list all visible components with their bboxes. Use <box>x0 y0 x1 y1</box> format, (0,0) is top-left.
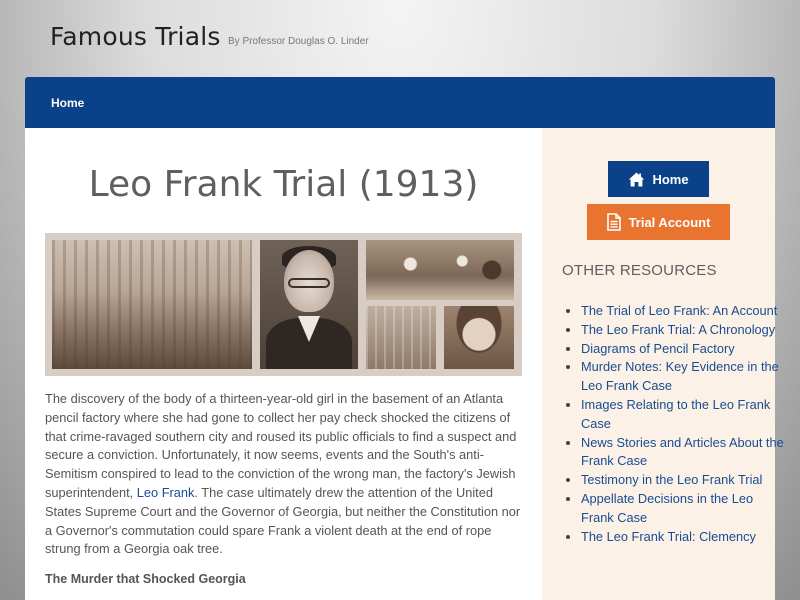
trial-account-button-label: Trial Account <box>628 214 711 230</box>
victim-portrait-photo <box>444 306 514 369</box>
section-subheading: The Murder that Shocked Georgia <box>45 572 246 586</box>
list-item: Diagrams of Pencil Factory <box>581 340 786 359</box>
list-item: The Leo Frank Trial: A Chronology <box>581 321 786 340</box>
resource-link[interactable]: The Leo Frank Trial: A Chronology <box>581 322 775 337</box>
nav-item-home[interactable]: Home <box>51 96 84 110</box>
courtroom-photo <box>52 240 252 369</box>
home-icon <box>629 172 645 186</box>
document-icon <box>606 213 621 231</box>
main-navbar: Home <box>25 77 775 128</box>
resource-link[interactable]: Images Relating to the Leo Frank Case <box>581 397 770 431</box>
list-item: Images Relating to the Leo Frank Case <box>581 396 786 434</box>
leo-frank-link[interactable]: Leo Frank <box>137 485 195 500</box>
resource-link[interactable]: The Leo Frank Trial: Clemency <box>581 529 756 544</box>
resource-link[interactable]: Testimony in the Leo Frank Trial <box>581 472 762 487</box>
leo-frank-portrait-photo <box>260 240 358 369</box>
home-button-label: Home <box>652 171 689 187</box>
trial-account-button[interactable]: Trial Account <box>587 204 730 240</box>
main-content: Leo Frank Trial (1913) The discovery of … <box>25 128 542 600</box>
list-item: Murder Notes: Key Evidence in the Leo Fr… <box>581 358 786 396</box>
resource-link[interactable]: Appellate Decisions in the Leo Frank Cas… <box>581 491 753 525</box>
sidebar: Home Trial Account OTHER RESOURCES The T… <box>542 128 784 600</box>
intro-paragraph: The discovery of the body of a thirteen-… <box>45 390 525 559</box>
resource-link[interactable]: Murder Notes: Key Evidence in the Leo Fr… <box>581 359 779 393</box>
list-item: News Stories and Articles About the Fran… <box>581 434 786 472</box>
list-item: Testimony in the Leo Frank Trial <box>581 471 786 490</box>
intro-text-before: The discovery of the body of a thirteen-… <box>45 391 517 500</box>
list-item: The Trial of Leo Frank: An Account <box>581 302 786 321</box>
other-resources-heading: OTHER RESOURCES <box>562 262 717 279</box>
site-tagline: By Professor Douglas O. Linder <box>228 36 369 47</box>
resource-list: The Trial of Leo Frank: An Account The L… <box>562 302 786 546</box>
trial-photo-collage <box>45 233 522 376</box>
resource-link[interactable]: Diagrams of Pencil Factory <box>581 341 735 356</box>
site-title[interactable]: Famous Trials <box>50 22 221 51</box>
home-button[interactable]: Home <box>608 161 709 197</box>
list-item: Appellate Decisions in the Leo Frank Cas… <box>581 490 786 528</box>
resource-link[interactable]: The Trial of Leo Frank: An Account <box>581 303 777 318</box>
crowd-photo <box>366 240 514 300</box>
resource-link[interactable]: News Stories and Articles About the Fran… <box>581 435 784 469</box>
page-title: Leo Frank Trial (1913) <box>88 164 479 205</box>
list-item: The Leo Frank Trial: Clemency <box>581 528 786 547</box>
scene-photo <box>366 306 436 369</box>
